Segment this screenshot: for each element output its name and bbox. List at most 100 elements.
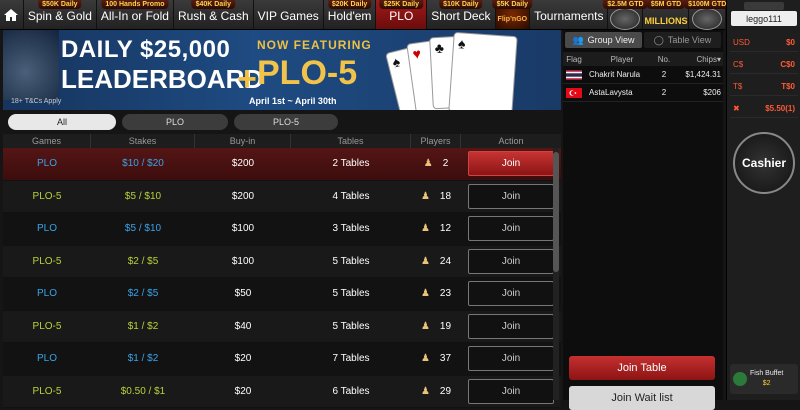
- scrollbar-thumb[interactable]: [553, 152, 559, 272]
- table-view-button[interactable]: ◯ Table View: [644, 32, 721, 48]
- tab-short-deck[interactable]: $10K Daily Short Deck: [427, 0, 496, 29]
- tab-holdem[interactable]: $20K Daily Hold'em: [324, 0, 377, 29]
- table-row[interactable]: PLO-5 $2 / $5 $100 5 Tables ♟ 24 Join: [3, 245, 561, 278]
- join-button[interactable]: Join: [468, 313, 554, 339]
- tab-tournaments[interactable]: Tournaments: [530, 0, 609, 29]
- tab-label: Hold'em: [327, 9, 372, 23]
- player-icon: ♟: [420, 320, 430, 332]
- tab-millions[interactable]: $5M GTD MILLIONS: [643, 0, 690, 29]
- col-players[interactable]: Players: [411, 134, 461, 148]
- join-button[interactable]: Join: [468, 248, 554, 274]
- promo-banner[interactable]: DAILY $25,000 LEADERBOARD + NOW FEATURIN…: [3, 30, 561, 110]
- tab-vip-games[interactable]: VIP Games: [254, 0, 324, 29]
- tab-spin-gold[interactable]: $50K Daily Spin & Gold: [24, 0, 97, 29]
- tab-label: Short Deck: [431, 9, 491, 23]
- table-row[interactable]: PLO $1 / $2 $20 7 Tables ♟ 37 Join: [3, 343, 561, 376]
- table-row[interactable]: PLO-5 $0.50 / $1 $20 6 Tables ♟ 29 Join: [3, 375, 561, 408]
- join-button[interactable]: Join: [468, 346, 554, 372]
- username[interactable]: leggo111: [731, 11, 797, 26]
- players-cell: ♟ 12: [411, 223, 461, 234]
- tab-label: VIP Games: [257, 9, 319, 23]
- join-table-button[interactable]: Join Table: [569, 356, 715, 380]
- table-row[interactable]: PLO $2 / $5 $50 5 Tables ♟ 23 Join: [3, 278, 561, 311]
- col-player: Player: [610, 54, 634, 64]
- banner-title-line2: LEADERBOARD: [61, 64, 264, 94]
- tables-cell: 6 Tables: [332, 385, 370, 397]
- game-cell: PLO-5: [32, 385, 62, 397]
- tab-tournament-logo[interactable]: $2.5M GTD: [603, 0, 648, 30]
- buyin-cell: $100: [231, 223, 255, 235]
- group-view-label: Group View: [587, 35, 635, 45]
- col-games[interactable]: Games: [3, 134, 91, 148]
- filter-plo5[interactable]: PLO-5: [234, 114, 338, 130]
- join-button[interactable]: Join: [468, 378, 554, 404]
- balance-value: T$0: [781, 82, 795, 91]
- player-no: 2: [661, 70, 667, 79]
- join-button[interactable]: Join: [468, 216, 554, 242]
- promo-badge: $20K Daily: [327, 0, 372, 9]
- tables-cell: 3 Tables: [332, 223, 370, 235]
- fish-buffet-label: Fish Buffet: [750, 370, 784, 377]
- join-button[interactable]: Join: [468, 183, 554, 209]
- col-flag: Flag: [566, 54, 582, 64]
- buyin-cell: $100: [231, 255, 255, 267]
- top-nav: $50K Daily Spin & Gold 100 Hands Promo All…: [0, 0, 731, 30]
- player-icon: ♟: [420, 385, 430, 397]
- player-row[interactable]: Chakrit Narula 2 $1,424.31: [563, 66, 723, 84]
- tab-label: Spin & Gold: [27, 9, 92, 23]
- game-filter-bar: All PLO PLO-5: [3, 112, 561, 132]
- table-row[interactable]: PLO $5 / $10 $100 3 Tables ♟ 12 Join: [3, 213, 561, 246]
- group-icon: 👥: [572, 34, 584, 45]
- promo-badge: $5K Daily: [492, 0, 533, 9]
- players-cell: ♟ 23: [411, 288, 461, 299]
- players-count: 24: [439, 255, 452, 267]
- players-count: 2: [442, 158, 449, 170]
- col-chips[interactable]: Chips▾: [673, 55, 721, 64]
- col-tables[interactable]: Tables: [291, 134, 411, 148]
- tab-all-in-or-fold[interactable]: 100 Hands Promo All-In or Fold: [97, 0, 174, 29]
- banner-dates: April 1st ~ April 30th: [249, 96, 337, 106]
- promo-badge: $50K Daily: [38, 0, 82, 9]
- group-view-button[interactable]: 👥 Group View: [565, 32, 642, 48]
- balance-label: USD: [733, 38, 750, 47]
- view-toggle: 👥 Group View ◯ Table View: [563, 30, 723, 50]
- join-button[interactable]: Join: [468, 281, 554, 307]
- col-buyin[interactable]: Buy-in: [195, 134, 291, 148]
- players-cell: ♟ 24: [411, 256, 461, 267]
- tab-plo[interactable]: $25K Daily PLO: [376, 0, 428, 29]
- playing-cards-image: ♠ ♥ ♣ ♠: [385, 31, 561, 110]
- promo-badge: $5M GTD: [646, 0, 686, 9]
- players-count: 37: [439, 353, 452, 365]
- promo-badge: $10K Daily: [439, 0, 483, 9]
- avatar[interactable]: [744, 2, 784, 10]
- table-row[interactable]: PLO-5 $5 / $10 $200 4 Tables ♟ 18 Join: [3, 180, 561, 213]
- tab-rush-cash[interactable]: $40K Daily Rush & Cash: [174, 0, 254, 29]
- game-list-scrollbar[interactable]: [553, 148, 559, 400]
- millions-logo: MILLIONS: [644, 15, 688, 26]
- table-row[interactable]: PLO $10 / $20 $200 2 Tables ♟ 2 Join: [3, 148, 561, 181]
- filter-plo[interactable]: PLO: [122, 114, 228, 130]
- filter-all[interactable]: All: [8, 114, 116, 130]
- buyin-cell: $40: [234, 320, 252, 332]
- col-stakes[interactable]: Stakes: [91, 134, 195, 148]
- tab-label: All-In or Fold: [100, 9, 169, 23]
- table-row[interactable]: PLO-5 $1 / $2 $40 5 Tables ♟ 19 Join: [3, 310, 561, 343]
- player-no: 2: [661, 88, 667, 97]
- banner-now-featuring: NOW FEATURING: [257, 38, 372, 52]
- fish-buffet-value: $2: [762, 380, 771, 387]
- home-button[interactable]: [0, 0, 24, 29]
- players-count: 23: [439, 288, 452, 300]
- player-chips: $1,424.31: [685, 70, 721, 79]
- tab-flipngo[interactable]: $5K Daily Flip’nGO: [492, 0, 533, 29]
- flipngo-logo: Flip’nGO: [497, 16, 528, 23]
- cashier-button[interactable]: Cashier: [733, 132, 795, 194]
- fish-buffet-button[interactable]: Fish Buffet $2: [730, 364, 798, 394]
- stakes-cell: $5 / $10: [124, 190, 162, 202]
- game-cell: PLO-5: [32, 190, 62, 202]
- radio-icon: ◯: [653, 34, 664, 45]
- player-row[interactable]: AstaLavysta 2 $206: [563, 84, 723, 102]
- join-waitlist-button[interactable]: Join Wait list: [569, 386, 715, 410]
- players-cell: ♟ 19: [411, 321, 461, 332]
- tab-100m-logo[interactable]: $100M GTD: [684, 0, 731, 30]
- join-button[interactable]: Join: [468, 151, 554, 177]
